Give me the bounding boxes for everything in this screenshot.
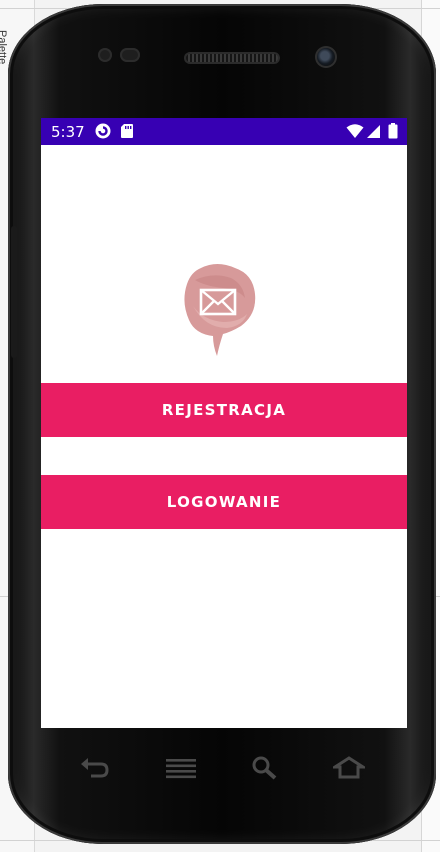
front-camera bbox=[315, 46, 337, 68]
volume-button bbox=[11, 226, 17, 358]
battery-icon bbox=[388, 123, 398, 139]
search-icon[interactable] bbox=[249, 756, 281, 780]
wifi-icon bbox=[346, 124, 364, 138]
back-icon[interactable] bbox=[79, 756, 111, 780]
palette-tab-label[interactable]: Palette bbox=[0, 30, 8, 64]
envelope-icon bbox=[184, 264, 256, 356]
login-button[interactable]: LOGOWANIE bbox=[41, 475, 407, 529]
home-icon[interactable] bbox=[333, 756, 365, 780]
app-content: REJESTRACJA LOGOWANIE bbox=[41, 145, 407, 728]
register-button[interactable]: REJESTRACJA bbox=[41, 383, 407, 437]
sd-card-icon bbox=[121, 124, 133, 138]
menu-icon[interactable] bbox=[165, 756, 197, 780]
light-sensor bbox=[120, 48, 140, 62]
phone-screen: 5:37 REJESTRACJA LOGOWANIE bbox=[41, 118, 407, 728]
data-saver-icon bbox=[95, 123, 111, 139]
status-bar: 5:37 bbox=[41, 118, 407, 145]
proximity-sensor bbox=[98, 48, 112, 62]
earpiece-speaker bbox=[184, 52, 280, 64]
signal-icon bbox=[367, 125, 380, 138]
status-time: 5:37 bbox=[51, 123, 85, 141]
